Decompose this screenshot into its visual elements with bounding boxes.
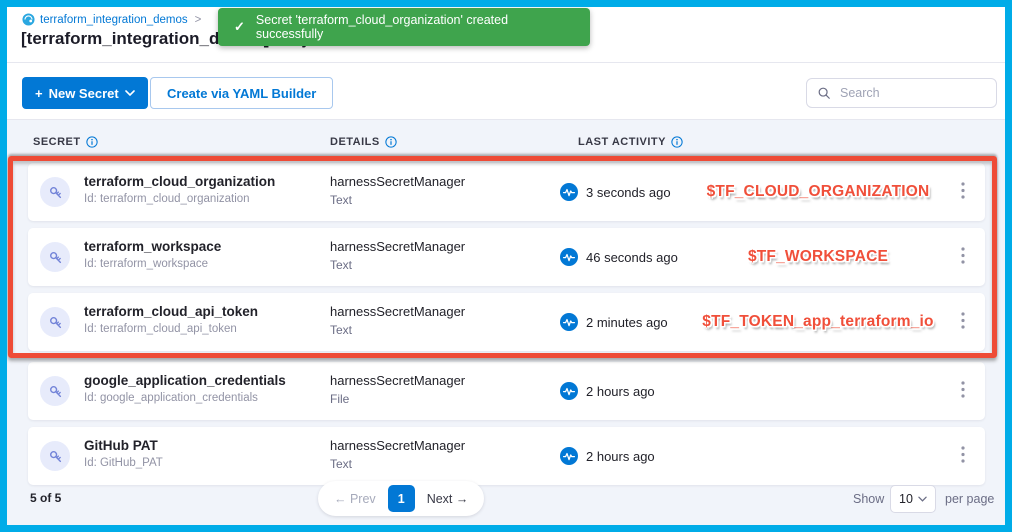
row-menu-button[interactable] — [955, 442, 971, 471]
chevron-down-icon — [918, 496, 927, 502]
header-divider — [7, 62, 1005, 63]
secret-id: Id: google_application_credentials — [84, 392, 286, 404]
chevron-down-icon — [125, 90, 135, 96]
per-page-label: per page — [945, 492, 994, 506]
new-secret-label: New Secret — [49, 86, 119, 101]
breadcrumb-separator: > — [195, 14, 202, 26]
column-header-details: DETAILS — [330, 136, 397, 148]
column-header-secret-label: SECRET — [33, 136, 81, 148]
row-count: 5 of 5 — [30, 491, 61, 505]
last-activity: 2 hours ago — [586, 449, 655, 464]
activity-icon — [560, 382, 578, 400]
info-icon[interactable] — [671, 136, 683, 148]
create-via-yaml-button[interactable]: Create via YAML Builder — [150, 77, 333, 109]
secret-manager: harnessSecretManager — [330, 373, 465, 388]
secret-manager: harnessSecretManager — [330, 239, 465, 254]
secret-manager: harnessSecretManager — [330, 438, 465, 453]
secret-name[interactable]: terraform_cloud_organization — [84, 174, 275, 189]
secret-id: Id: terraform_cloud_api_token — [84, 323, 258, 335]
activity-icon — [560, 447, 578, 465]
table-row[interactable]: terraform_cloud_api_token Id: terraform_… — [28, 293, 985, 351]
column-header-details-label: DETAILS — [330, 136, 380, 148]
row-menu-icon — [961, 446, 965, 464]
key-icon — [40, 307, 70, 337]
activity-icon — [560, 183, 578, 201]
show-label: Show — [853, 492, 884, 506]
table-row[interactable]: google_application_credentials Id: googl… — [28, 362, 985, 420]
secret-name[interactable]: google_application_credentials — [84, 373, 286, 388]
page-size-value: 10 — [899, 492, 913, 506]
next-page-button[interactable]: Next → — [417, 492, 479, 506]
table-row[interactable]: terraform_workspace Id: terraform_worksp… — [28, 228, 985, 286]
key-icon — [40, 376, 70, 406]
prev-page-button[interactable]: ← Prev — [324, 492, 386, 506]
pagination: ← Prev 1 Next → — [318, 481, 484, 516]
secret-name[interactable]: GitHub PAT — [84, 438, 163, 453]
secret-id: Id: GitHub_PAT — [84, 457, 163, 469]
table-row[interactable]: GitHub PAT Id: GitHub_PAT harnessSecretM… — [28, 427, 985, 485]
info-icon[interactable] — [86, 136, 98, 148]
current-page-button[interactable]: 1 — [388, 485, 415, 512]
secret-type: File — [330, 392, 465, 406]
page-size-select[interactable]: 10 — [890, 485, 936, 513]
last-activity: 2 hours ago — [586, 384, 655, 399]
secret-id: Id: terraform_workspace — [84, 258, 221, 270]
column-header-secret: SECRET — [33, 136, 98, 148]
key-icon — [40, 242, 70, 272]
new-secret-button[interactable]: + New Secret — [22, 77, 148, 109]
column-header-last-activity-label: LAST ACTIVITY — [578, 136, 666, 148]
key-icon — [40, 441, 70, 471]
search-input[interactable] — [838, 85, 986, 101]
row-menu-icon — [961, 381, 965, 399]
secret-type: Text — [330, 258, 465, 272]
success-toast: ✓ Secret 'terraform_cloud_organization' … — [218, 8, 590, 46]
breadcrumb: terraform_integration_demos > — [22, 13, 201, 26]
breadcrumb-project-link[interactable]: terraform_integration_demos — [40, 14, 188, 26]
secret-type: Text — [330, 193, 465, 207]
search-box[interactable] — [806, 78, 997, 108]
annotation-env-var: $TF_TOKEN_app_terraform_io — [656, 293, 980, 351]
secret-manager: harnessSecretManager — [330, 304, 465, 319]
search-icon — [817, 86, 831, 100]
secret-type: Text — [330, 323, 465, 337]
plus-icon: + — [35, 86, 43, 101]
row-menu-button[interactable] — [955, 377, 971, 406]
key-icon — [40, 177, 70, 207]
yaml-builder-label: Create via YAML Builder — [167, 86, 316, 101]
column-header-last-activity: LAST ACTIVITY — [578, 136, 683, 148]
secret-type: Text — [330, 457, 465, 471]
activity-icon — [560, 313, 578, 331]
annotation-env-var: $TF_CLOUD_ORGANIZATION — [656, 163, 980, 221]
secret-name[interactable]: terraform_cloud_api_token — [84, 304, 258, 319]
info-icon[interactable] — [385, 136, 397, 148]
activity-icon — [560, 248, 578, 266]
annotation-env-var: $TF_WORKSPACE — [656, 228, 980, 286]
secret-id: Id: terraform_cloud_organization — [84, 193, 275, 205]
table-row[interactable]: terraform_cloud_organization Id: terrafo… — [28, 163, 985, 221]
secret-manager: harnessSecretManager — [330, 174, 465, 189]
project-icon — [22, 13, 35, 26]
check-icon: ✓ — [234, 19, 245, 35]
toast-message: Secret 'terraform_cloud_organization' cr… — [256, 13, 574, 41]
secret-name[interactable]: terraform_workspace — [84, 239, 221, 254]
